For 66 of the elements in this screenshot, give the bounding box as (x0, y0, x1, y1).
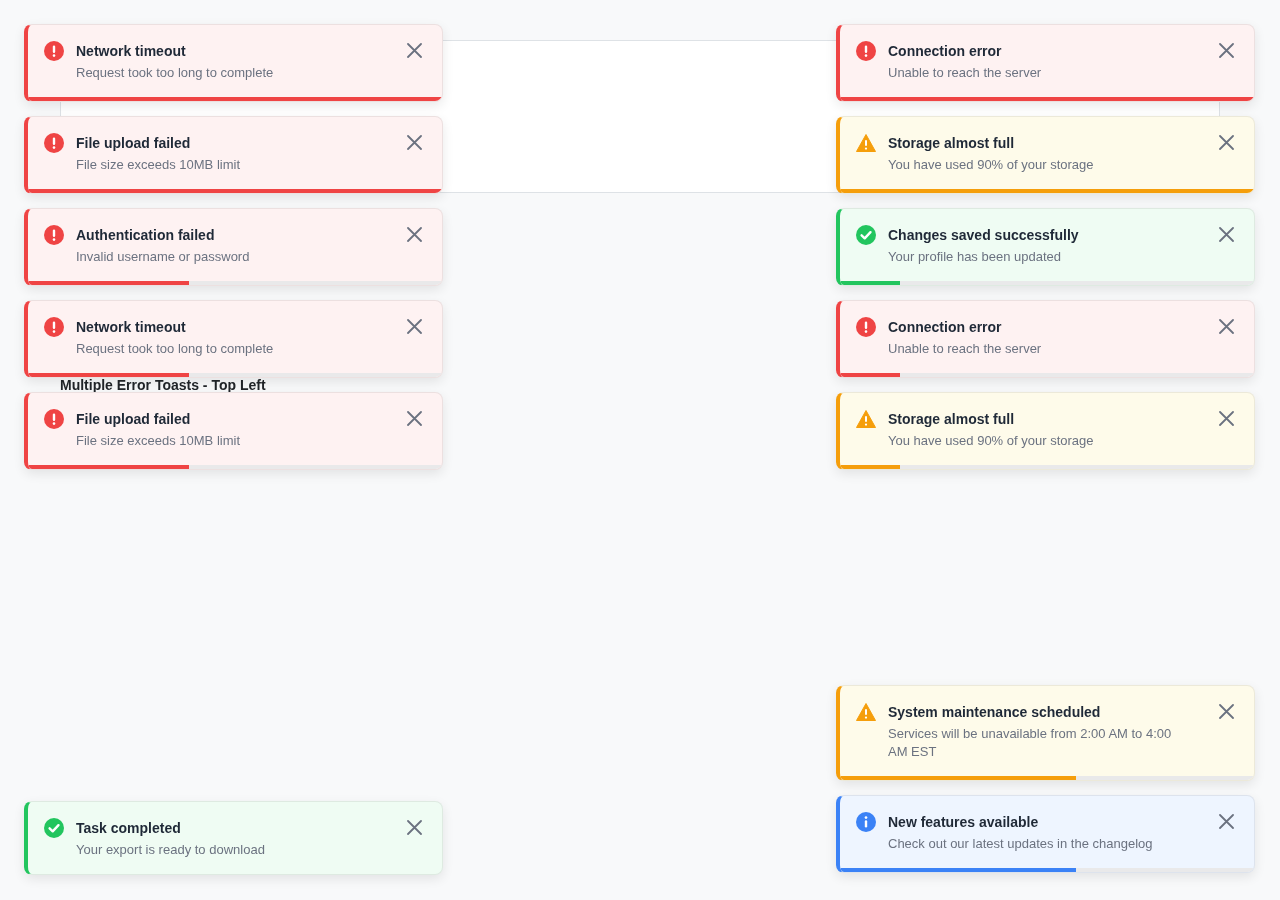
check-circle-icon (856, 225, 876, 245)
toast-message: Unable to reach the server (888, 64, 1043, 82)
warning-triangle-icon (856, 702, 876, 722)
toast-title: Storage almost full (888, 410, 1016, 429)
warning-triangle-icon (856, 409, 876, 429)
toast-title: File upload failed (76, 134, 192, 153)
toast-message: Unable to reach the server (888, 340, 1043, 358)
close-button[interactable] (407, 43, 422, 58)
alert-circle-icon (44, 317, 64, 337)
toast-title: New features available (888, 813, 1040, 832)
toast-message: Your export is ready to download (76, 841, 266, 859)
close-button[interactable] (1219, 319, 1234, 334)
toast-message: Invalid username or password (76, 248, 251, 266)
section-heading: Multiple Error Toasts - Top Left (60, 378, 266, 392)
close-button[interactable] (407, 319, 422, 334)
close-icon (1219, 227, 1234, 242)
toast-title: Network timeout (76, 318, 187, 337)
close-icon (407, 319, 422, 334)
alert-circle-icon (856, 41, 876, 61)
close-button[interactable] (407, 227, 422, 242)
close-icon (407, 227, 422, 242)
info-circle-icon (856, 812, 876, 832)
toast-title: Connection error (888, 42, 1003, 61)
toast-title: Storage almost full (888, 134, 1016, 153)
close-button[interactable] (407, 411, 422, 426)
alert-circle-icon (44, 225, 64, 245)
close-icon (1219, 43, 1234, 58)
alert-circle-icon (44, 41, 64, 61)
toast-message: Request took too long to complete (76, 64, 275, 82)
toast-title: Authentication failed (76, 226, 216, 245)
check-circle-icon (44, 818, 64, 838)
close-icon (1219, 814, 1234, 829)
toast-message: You have used 90% of your storage (888, 432, 1095, 450)
close-button[interactable] (1219, 227, 1234, 242)
close-icon (1219, 704, 1234, 719)
close-button[interactable] (1219, 43, 1234, 58)
alert-circle-icon (44, 409, 64, 429)
toast-title: System maintenance scheduled (888, 703, 1102, 722)
warning-triangle-icon (856, 133, 876, 153)
close-button[interactable] (1219, 411, 1234, 426)
toast-message: Your profile has been updated (888, 248, 1062, 266)
toast-message: Check out our latest updates in the changelog (888, 835, 1154, 853)
close-icon (1219, 319, 1234, 334)
close-button[interactable] (1219, 704, 1234, 719)
close-icon (407, 135, 422, 150)
toast-message: File size exceeds 10MB limit (76, 432, 241, 450)
close-icon (407, 43, 422, 58)
toast-message: You have used 90% of your storage (888, 156, 1095, 174)
close-icon (407, 820, 422, 835)
close-button[interactable] (1219, 135, 1234, 150)
toast-message: File size exceeds 10MB limit (76, 156, 241, 174)
alert-circle-icon (856, 317, 876, 337)
toast-message: Request took too long to complete (76, 340, 275, 358)
close-icon (1219, 135, 1234, 150)
alert-circle-icon (44, 133, 64, 153)
close-button[interactable] (407, 820, 422, 835)
close-icon (407, 411, 422, 426)
close-icon (1219, 411, 1234, 426)
close-button[interactable] (1219, 814, 1234, 829)
toast-title: File upload failed (76, 410, 192, 429)
close-button[interactable] (407, 135, 422, 150)
toast-title: Task completed (76, 819, 182, 838)
toast-title: Changes saved successfully (888, 226, 1080, 245)
toast-title: Network timeout (76, 42, 187, 61)
toast-title: Connection error (888, 318, 1003, 337)
toast-message: Services will be unavailable from 2:00 AM to 4:00 AM EST (888, 725, 1173, 761)
